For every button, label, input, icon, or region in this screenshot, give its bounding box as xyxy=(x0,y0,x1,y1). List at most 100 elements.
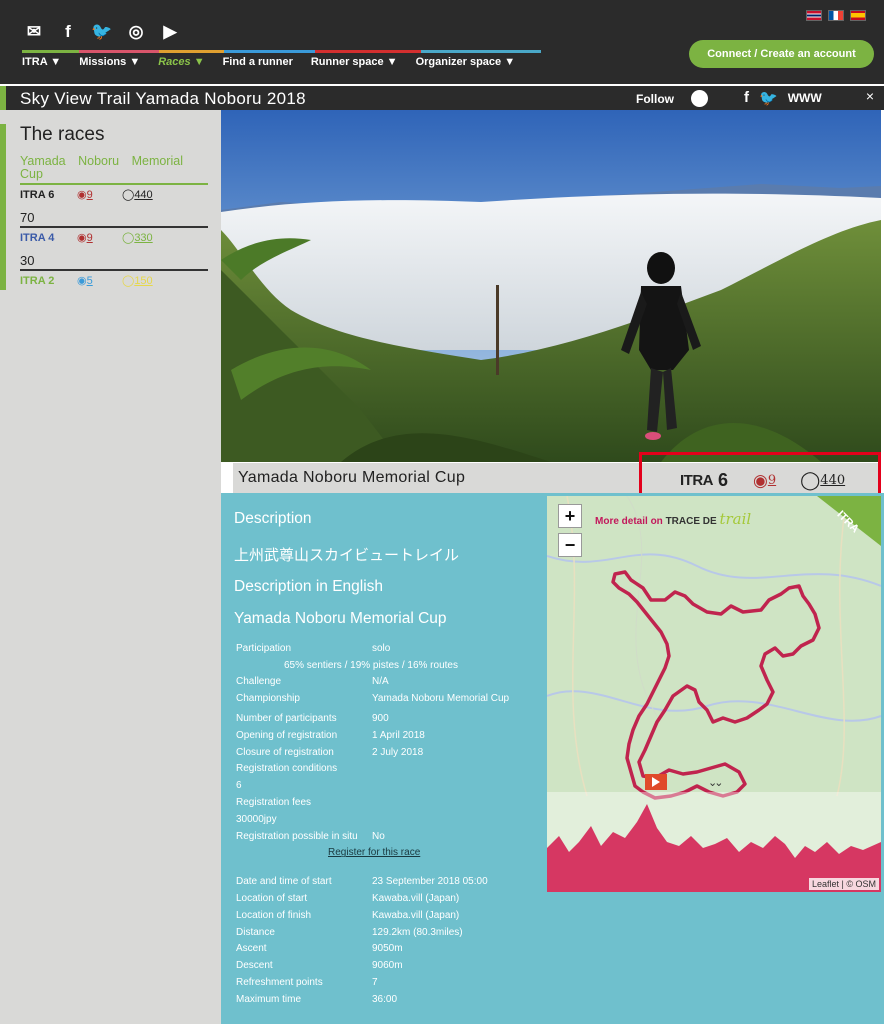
itra-score: ITRA 4 xyxy=(20,231,55,244)
top-navigation: ✉ f 🐦 ◎ ▶ ITRA ▼ Missions ▼ Races ▼ Find… xyxy=(0,0,884,84)
info-value: 1 April 2018 xyxy=(372,729,425,741)
description-text: 上州武尊山スカイビュートレイル xyxy=(234,546,460,564)
trace-de-trail-link[interactable]: More detail on TRACE DE trail xyxy=(595,510,751,528)
info-label: Maximum time xyxy=(236,993,302,1005)
info-value: solo xyxy=(372,642,391,654)
info-value: 129.2km (80.3miles) xyxy=(372,926,463,938)
sidebar-race-row[interactable]: ITRA 2 ◉5 ◯150 xyxy=(20,274,153,288)
register-link[interactable]: Register for this race xyxy=(328,847,420,858)
info-value: 7 xyxy=(372,977,378,989)
sidebar-race-row[interactable]: ITRA 4 ◉9 ◯330 xyxy=(20,231,153,245)
website-link[interactable]: WWW xyxy=(788,89,822,107)
map-tiles xyxy=(547,496,881,892)
itra-score: ITRA 2 xyxy=(20,274,55,287)
follow-toggle-icon[interactable] xyxy=(691,90,708,107)
description-english-text: Yamada Noboru Memorial Cup xyxy=(234,610,447,627)
info-value: 2 July 2018 xyxy=(372,746,424,758)
trace-script: trail xyxy=(719,510,752,528)
info-label: Participation xyxy=(236,642,292,654)
instagram-icon[interactable]: ◎ xyxy=(126,22,146,42)
trail-runner-photo xyxy=(221,110,881,462)
menu-organizer-space[interactable]: Organizer space ▼ xyxy=(416,56,516,68)
race-name: Yamada Noboru Memorial Cup xyxy=(238,469,466,486)
info-row: Championship Yamada Noboru Memorial Cup xyxy=(236,690,509,707)
info-label: Refreshment points xyxy=(236,977,323,989)
distance-points: ◯330 xyxy=(122,232,153,244)
races-sidebar: The races Yamada Noboru Memorial Cup ITR… xyxy=(0,110,221,1024)
info-label: Closure of registration xyxy=(236,746,334,758)
info-label-row: Registration conditions xyxy=(236,763,338,775)
sidebar-distance: 70 xyxy=(20,210,35,225)
menu-races[interactable]: Races ▼ xyxy=(158,56,204,68)
flag-english-icon[interactable] xyxy=(806,10,822,21)
language-flags xyxy=(806,10,866,21)
page-title: Sky View Trail Yamada Noboru 2018 xyxy=(20,89,306,108)
info-row: Refreshment points 7 xyxy=(236,974,509,991)
info-label: Challenge xyxy=(236,676,282,688)
divider xyxy=(20,269,208,271)
info-row: Challenge N/A xyxy=(236,674,509,691)
info-value: 9050m xyxy=(372,943,403,955)
nav-color-strip xyxy=(22,50,541,53)
menu-find-runner[interactable]: Find a runner xyxy=(223,56,293,68)
facebook-share-icon[interactable]: f xyxy=(744,89,749,107)
points-value: ◉5 xyxy=(77,275,93,287)
flag-spanish-icon[interactable] xyxy=(850,10,866,21)
sidebar-race-link[interactable]: Yamada Noboru Memorial Cup xyxy=(20,155,208,181)
zoom-in-button[interactable]: + xyxy=(558,504,582,528)
divider xyxy=(20,183,208,185)
event-title-bar: Sky View Trail Yamada Noboru 2018 Follow… xyxy=(0,86,884,110)
divider xyxy=(20,226,208,228)
info-value: 9060m xyxy=(372,960,403,972)
distance-points: ◯440 xyxy=(122,189,153,201)
register-link-row: Register for this race xyxy=(236,845,509,862)
expand-profile-icon[interactable]: ⌄⌄ xyxy=(708,776,724,789)
info-label: Location of start xyxy=(236,893,308,905)
follow-label: Follow xyxy=(636,92,674,106)
info-value: 36:00 xyxy=(372,993,398,1005)
info-label-row: Registration fees xyxy=(236,797,312,809)
info-row: Registration possible in situ No xyxy=(236,828,509,845)
route-map[interactable]: + − More detail on TRACE DE trail ITRA ⌄… xyxy=(547,496,881,892)
zoom-out-button[interactable]: − xyxy=(558,533,582,557)
info-row: Closure of registration 2 July 2018 xyxy=(236,744,509,761)
close-icon[interactable]: × xyxy=(866,88,874,104)
facebook-icon[interactable]: f xyxy=(58,22,78,42)
info-value: Kawaba.vill (Japan) xyxy=(372,893,460,905)
info-label: Ascent xyxy=(236,943,267,955)
sidebar-distance: 30 xyxy=(20,253,35,268)
sidebar-race-row[interactable]: ITRA 6 ◉9 ◯440 xyxy=(20,188,153,202)
info-value: 900 xyxy=(372,713,389,725)
sidebar-heading: The races xyxy=(20,124,105,145)
points-value: ◉9 xyxy=(77,189,93,201)
info-label: Descent xyxy=(236,960,273,972)
distance-points: ◯150 xyxy=(122,275,153,287)
info-row: Location of finish Kawaba.vill (Japan) xyxy=(236,907,509,924)
info-label: Championship xyxy=(236,693,300,705)
connect-button[interactable]: Connect / Create an account xyxy=(689,40,874,68)
sidebar-accent xyxy=(0,124,6,290)
info-label: Location of finish xyxy=(236,909,312,921)
menu-missions[interactable]: Missions ▼ xyxy=(79,56,140,68)
twitter-share-icon[interactable]: 🐦 xyxy=(759,89,778,107)
menu-itra[interactable]: ITRA ▼ xyxy=(22,56,61,68)
info-row: Location of start Kawaba.vill (Japan) xyxy=(236,890,509,907)
points-value: ◉9 xyxy=(77,232,93,244)
info-value: Yamada Noboru Memorial Cup xyxy=(372,693,510,705)
mail-icon[interactable]: ✉ xyxy=(24,22,44,42)
info-value: N/A xyxy=(372,676,389,688)
info-row: Maximum time 36:00 xyxy=(236,991,509,1008)
share-icons: f 🐦 WWW xyxy=(744,89,822,107)
twitter-icon[interactable]: 🐦 xyxy=(91,22,112,42)
info-label: Date and time of start xyxy=(236,876,332,888)
terrain-breakdown: 65% sentiers / 19% pistes / 16% routes xyxy=(284,659,458,671)
map-attribution[interactable]: Leaflet | © OSM xyxy=(809,878,879,890)
flag-french-icon[interactable] xyxy=(828,10,844,21)
youtube-icon[interactable]: ▶ xyxy=(160,22,180,42)
info-label: Distance xyxy=(236,926,275,938)
menu-runner-space[interactable]: Runner space ▼ xyxy=(311,56,398,68)
social-icons: ✉ f 🐦 ◎ ▶ xyxy=(24,22,180,42)
info-row: Distance 129.2km (80.3miles) xyxy=(236,924,509,941)
info-row: Ascent 9050m xyxy=(236,941,509,958)
info-row: Participation solo xyxy=(236,640,509,657)
